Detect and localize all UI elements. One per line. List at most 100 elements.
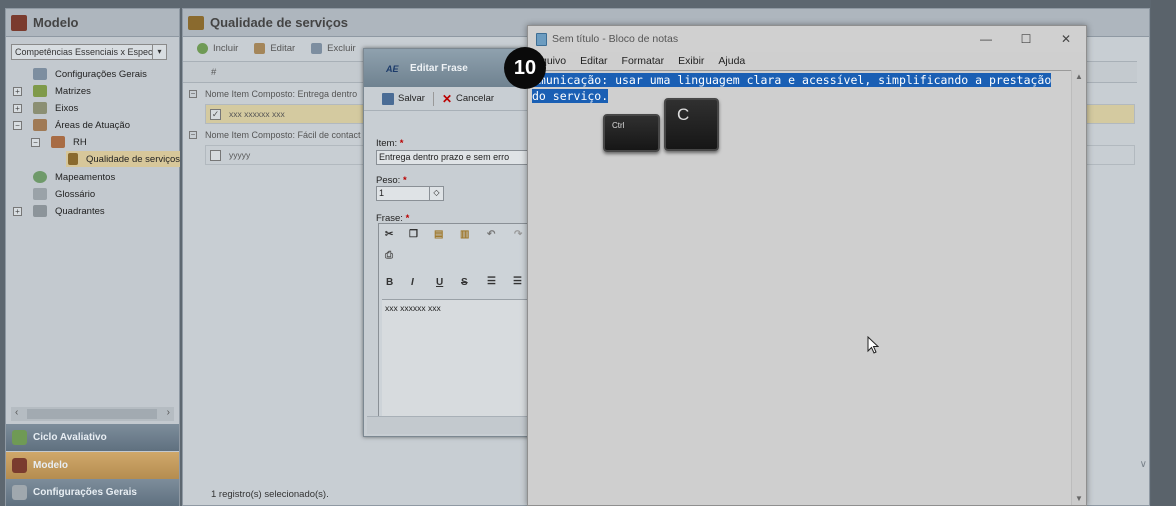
toolbar-divider bbox=[432, 91, 434, 106]
scrollbar-thumb[interactable] bbox=[27, 409, 157, 419]
item-label-text: Item: bbox=[376, 138, 398, 149]
expand-icon[interactable]: + bbox=[13, 103, 22, 113]
grid-icon bbox=[33, 205, 47, 217]
edit-button[interactable]: Editar bbox=[254, 42, 296, 54]
close-icon[interactable]: ✕ bbox=[1046, 26, 1086, 52]
tree-item-label: Glossário bbox=[55, 188, 96, 200]
save-button[interactable]: Salvar bbox=[382, 92, 425, 105]
menu-formatar[interactable]: Formatar bbox=[622, 55, 665, 67]
tree-item-qualidade-de-servicos[interactable]: Qualidade de serviços bbox=[66, 151, 180, 167]
menu-ajuda[interactable]: Ajuda bbox=[718, 55, 745, 67]
minimize-icon[interactable]: — bbox=[966, 26, 1006, 52]
menu-exibir[interactable]: Exibir bbox=[678, 55, 704, 67]
model-select-value: Competências Essenciais x Espec bbox=[15, 47, 153, 57]
add-icon bbox=[197, 42, 208, 54]
tree-item-label: RH bbox=[73, 136, 87, 148]
chevron-down-icon[interactable]: ∨ bbox=[1140, 459, 1147, 470]
group-label: Nome Item Composto: Fácil de contact bbox=[205, 130, 361, 140]
bold-button[interactable]: B bbox=[386, 277, 393, 288]
vertical-scrollbar[interactable]: ▲ ▼ bbox=[1071, 70, 1086, 505]
notepad-titlebar[interactable]: Sem título - Bloco de notas — ☐ ✕ bbox=[528, 26, 1086, 52]
mouse-cursor-icon bbox=[867, 336, 879, 354]
tree-item-mapeamentos[interactable]: Mapeamentos bbox=[33, 169, 115, 185]
underline-button[interactable]: U bbox=[436, 277, 443, 288]
collapse-icon[interactable]: − bbox=[13, 120, 22, 130]
accordion-ciclo-avaliativo[interactable]: Ciclo Avaliativo bbox=[6, 424, 179, 451]
wrench-icon bbox=[12, 485, 27, 500]
row-checkbox[interactable]: ✓ bbox=[210, 108, 221, 120]
tree-item-quadrantes[interactable]: + Quadrantes bbox=[13, 203, 105, 219]
c-key-overlay: C bbox=[664, 98, 719, 151]
group-header[interactable]: − Nome Item Composto: Entrega dentro bbox=[189, 89, 357, 99]
print-icon[interactable]: ⎙ bbox=[385, 250, 393, 261]
tree-item-matrizes[interactable]: + Matrizes bbox=[13, 83, 91, 99]
notepad-menubar: quivo Editar Formatar Exibir Ajuda bbox=[528, 52, 1086, 70]
horizontal-scrollbar[interactable]: ‹ › bbox=[11, 407, 174, 421]
close-icon: ✕ bbox=[441, 91, 452, 106]
stepper-icon[interactable]: ◇ bbox=[429, 187, 443, 200]
column-header-hash[interactable]: # bbox=[211, 67, 216, 78]
tree-item-label: Qualidade de serviços bbox=[86, 153, 180, 165]
collapse-icon[interactable]: − bbox=[189, 131, 197, 139]
model-select[interactable]: Competências Essenciais x Espec ▾ bbox=[11, 44, 167, 60]
delete-label: Excluir bbox=[327, 42, 356, 54]
peso-label-text: Peso: bbox=[376, 175, 401, 186]
model-icon bbox=[11, 14, 27, 31]
undo-icon[interactable]: ↶ bbox=[487, 229, 495, 240]
align-left-icon[interactable]: ☰ bbox=[487, 276, 496, 287]
chevron-right-icon[interactable]: › bbox=[167, 407, 170, 418]
expand-icon[interactable]: + bbox=[13, 206, 22, 216]
tree-item-label: Áreas de Atuação bbox=[55, 119, 130, 131]
italic-button[interactable]: I bbox=[411, 277, 414, 288]
required-marker: * bbox=[399, 138, 404, 149]
scroll-up-icon[interactable]: ▲ bbox=[1072, 72, 1086, 81]
cancel-button[interactable]: ✕ Cancelar bbox=[442, 92, 494, 106]
cut-icon[interactable]: ✂ bbox=[385, 229, 393, 240]
group-label: Nome Item Composto: Entrega dentro bbox=[205, 89, 358, 99]
editor-text-area[interactable]: xxx xxxxxx xxx bbox=[382, 299, 543, 416]
tree-item-rh[interactable]: − RH bbox=[31, 134, 87, 150]
chevron-left-icon[interactable]: ‹ bbox=[15, 407, 18, 418]
add-label: Incluir bbox=[213, 42, 239, 54]
group-header[interactable]: − Nome Item Composto: Fácil de contact bbox=[189, 130, 361, 140]
peso-stepper[interactable]: 1 ◇ bbox=[376, 186, 444, 201]
tree-item-label: Quadrantes bbox=[55, 205, 105, 217]
strikethrough-button[interactable]: S bbox=[461, 277, 468, 288]
books-icon bbox=[188, 15, 204, 30]
selected-text-line-2: do serviço. bbox=[532, 88, 609, 103]
edit-icon bbox=[254, 42, 266, 54]
item-field[interactable]: Entrega dentro prazo e sem erro bbox=[376, 150, 544, 165]
notepad-title: Sem título - Bloco de notas bbox=[552, 33, 679, 45]
left-panel-header: Modelo bbox=[6, 9, 179, 37]
tree-item-glossario[interactable]: Glossário bbox=[33, 186, 95, 202]
delete-button[interactable]: Excluir bbox=[311, 42, 356, 54]
tree-item-areas-de-atuacao[interactable]: − Áreas de Atuação bbox=[13, 117, 130, 133]
cancel-label: Cancelar bbox=[456, 93, 495, 104]
maximize-icon[interactable]: ☐ bbox=[1006, 26, 1046, 52]
selection-status: 1 registro(s) selecionado(s). bbox=[211, 489, 329, 500]
row-cell: yyyyy bbox=[229, 150, 251, 160]
menu-editar[interactable]: Editar bbox=[580, 55, 607, 67]
tree-item-eixos[interactable]: + Eixos bbox=[13, 100, 78, 116]
chevron-down-icon[interactable]: ▾ bbox=[152, 45, 166, 59]
accordion-configuracoes-gerais[interactable]: Configurações Gerais bbox=[6, 479, 179, 506]
row-cell: xxx xxxxxx xxx bbox=[229, 109, 285, 119]
collapse-icon[interactable]: − bbox=[31, 137, 40, 147]
add-button[interactable]: Incluir bbox=[197, 42, 239, 54]
background-edge bbox=[1151, 0, 1176, 506]
expand-icon[interactable]: + bbox=[13, 86, 22, 96]
dialog-statusbar bbox=[367, 416, 542, 434]
redo-icon[interactable]: ↷ bbox=[514, 229, 522, 240]
paste-icon[interactable]: ▤ bbox=[434, 229, 443, 240]
align-center-icon[interactable]: ☰ bbox=[513, 276, 522, 287]
tree-item-configuracoes-gerais[interactable]: Configurações Gerais bbox=[33, 66, 147, 82]
copy-icon[interactable]: ❐ bbox=[409, 229, 418, 240]
scroll-down-icon[interactable]: ▼ bbox=[1072, 494, 1086, 503]
row-checkbox[interactable] bbox=[210, 149, 221, 161]
peso-label: Peso: * bbox=[376, 175, 407, 186]
left-panel: Modelo Competências Essenciais x Espec ▾… bbox=[5, 8, 180, 506]
edit-label: Editar bbox=[270, 42, 296, 54]
paste-text-icon[interactable]: ▥ bbox=[460, 229, 469, 240]
accordion-modelo[interactable]: Modelo bbox=[6, 452, 179, 479]
collapse-icon[interactable]: − bbox=[189, 90, 197, 98]
